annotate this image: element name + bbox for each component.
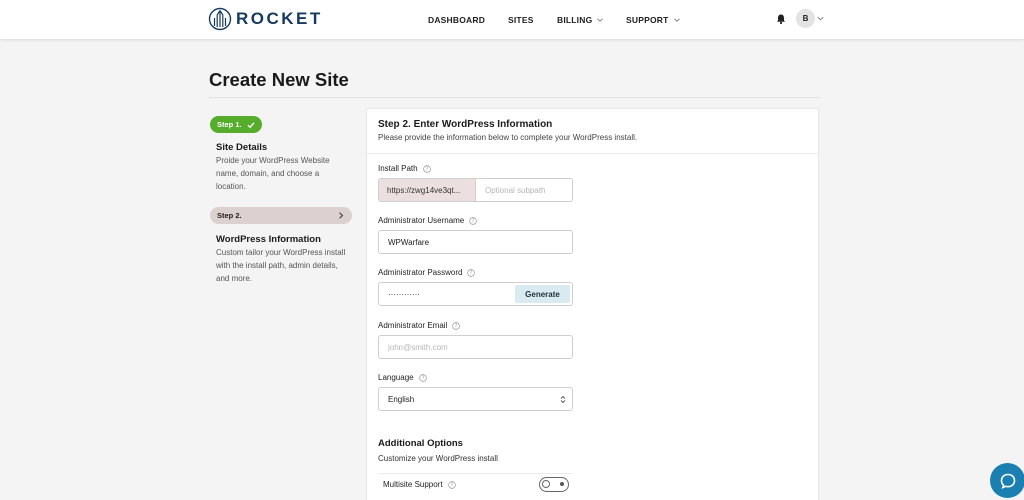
- nav-sites[interactable]: SITES: [508, 0, 534, 39]
- user-initial: B: [802, 14, 809, 23]
- language-label: Language ?: [378, 373, 427, 382]
- bell-icon[interactable]: [775, 13, 787, 25]
- help-circle-icon[interactable]: ?: [418, 373, 427, 382]
- chevron-down-icon: [673, 17, 680, 22]
- install-subpath-input[interactable]: Optional subpath: [476, 186, 546, 195]
- options-divider: [378, 473, 573, 474]
- step2-title: WordPress Information: [216, 234, 321, 245]
- admin-password-input[interactable]: ············ Generate: [378, 282, 573, 306]
- help-circle-icon[interactable]: ?: [467, 268, 476, 277]
- step1-badge[interactable]: Step 1.: [210, 116, 262, 133]
- additional-options-title: Additional Options: [378, 438, 463, 449]
- nav-billing[interactable]: BILLING: [557, 0, 604, 39]
- admin-password-label: Administrator Password ?: [378, 268, 476, 277]
- card-title: Step 2. Enter WordPress Information: [378, 119, 553, 130]
- install-path-prefix: https://zwg14ve3qt...: [379, 179, 476, 201]
- step2-description: Custom tailor your WordPress install wit…: [216, 248, 346, 283]
- admin-username-label: Administrator Username ?: [378, 216, 478, 225]
- chevron-right-icon: [339, 212, 344, 219]
- step1-badge-label: Step 1.: [217, 120, 242, 129]
- admin-username-value: WPWarfare: [388, 237, 430, 247]
- install-path-label: Install Path ?: [378, 164, 431, 173]
- chat-icon: [1000, 473, 1015, 489]
- svg-text:?: ?: [470, 270, 473, 276]
- help-circle-icon[interactable]: ?: [422, 164, 431, 173]
- additional-options-subtitle: Customize your WordPress install: [378, 454, 498, 463]
- wordpress-info-card: Step 2. Enter WordPress Information Plea…: [366, 108, 819, 500]
- brand-name: ROCKET: [236, 9, 323, 28]
- admin-email-placeholder: john@smith.com: [388, 342, 448, 352]
- svg-text:?: ?: [472, 218, 475, 224]
- admin-email-input[interactable]: john@smith.com: [378, 335, 573, 359]
- admin-username-label-text: Administrator Username: [378, 216, 465, 225]
- user-avatar[interactable]: B: [796, 9, 815, 28]
- admin-email-label: Administrator Email ?: [378, 321, 461, 330]
- admin-username-input[interactable]: WPWarfare: [378, 230, 573, 254]
- chevron-down-icon: [597, 17, 604, 22]
- step1-title: Site Details: [216, 142, 268, 153]
- toggle-off-indicator: [560, 482, 564, 486]
- toggle-knob: [542, 480, 550, 488]
- select-arrows-icon: [560, 395, 566, 404]
- nav-sites-label: SITES: [508, 14, 534, 25]
- card-subtitle: Please provide the information below to …: [378, 133, 638, 142]
- help-circle-icon[interactable]: ?: [469, 216, 478, 225]
- install-path-label-text: Install Path: [378, 164, 418, 173]
- help-circle-icon[interactable]: ?: [447, 480, 456, 489]
- svg-text:?: ?: [425, 166, 428, 172]
- admin-password-label-text: Administrator Password: [378, 268, 463, 277]
- generate-password-button[interactable]: Generate: [515, 285, 570, 303]
- top-navbar: ROCKET DASHBOARD SITES BILLING SUPPORT B: [0, 0, 1024, 39]
- multisite-support-toggle[interactable]: [539, 477, 569, 492]
- multisite-support-option: Multisite Support ?: [383, 480, 456, 489]
- language-label-text: Language: [378, 373, 414, 382]
- nav-billing-label: BILLING: [557, 14, 593, 25]
- help-circle-icon[interactable]: ?: [452, 321, 461, 330]
- card-divider: [367, 153, 818, 154]
- brand-logo[interactable]: ROCKET: [208, 7, 323, 31]
- nav-support-label: SUPPORT: [626, 14, 669, 25]
- rocket-logo-icon: [208, 7, 232, 31]
- check-icon: [247, 121, 255, 128]
- admin-email-label-text: Administrator Email: [378, 321, 448, 330]
- language-value: English: [388, 394, 415, 404]
- svg-text:?: ?: [450, 482, 453, 488]
- step2-badge[interactable]: Step 2.: [210, 207, 352, 224]
- svg-text:?: ?: [455, 323, 458, 329]
- page-title: Create New Site: [209, 69, 349, 90]
- nav-support[interactable]: SUPPORT: [626, 0, 680, 39]
- nav-dashboard-label: DASHBOARD: [428, 14, 486, 25]
- title-divider: [209, 97, 821, 98]
- chevron-down-icon[interactable]: [817, 15, 824, 22]
- nav-dashboard[interactable]: DASHBOARD: [428, 0, 485, 39]
- admin-password-value: ············: [388, 289, 420, 299]
- install-path-field[interactable]: https://zwg14ve3qt... Optional subpath: [378, 178, 573, 202]
- multisite-support-label: Multisite Support: [383, 480, 443, 489]
- svg-text:?: ?: [421, 375, 424, 381]
- step1-description: Proide your WordPress Website name, doma…: [216, 156, 330, 191]
- language-select[interactable]: English: [378, 387, 573, 411]
- chat-launcher-button[interactable]: [990, 463, 1024, 498]
- step2-badge-label: Step 2.: [217, 211, 242, 220]
